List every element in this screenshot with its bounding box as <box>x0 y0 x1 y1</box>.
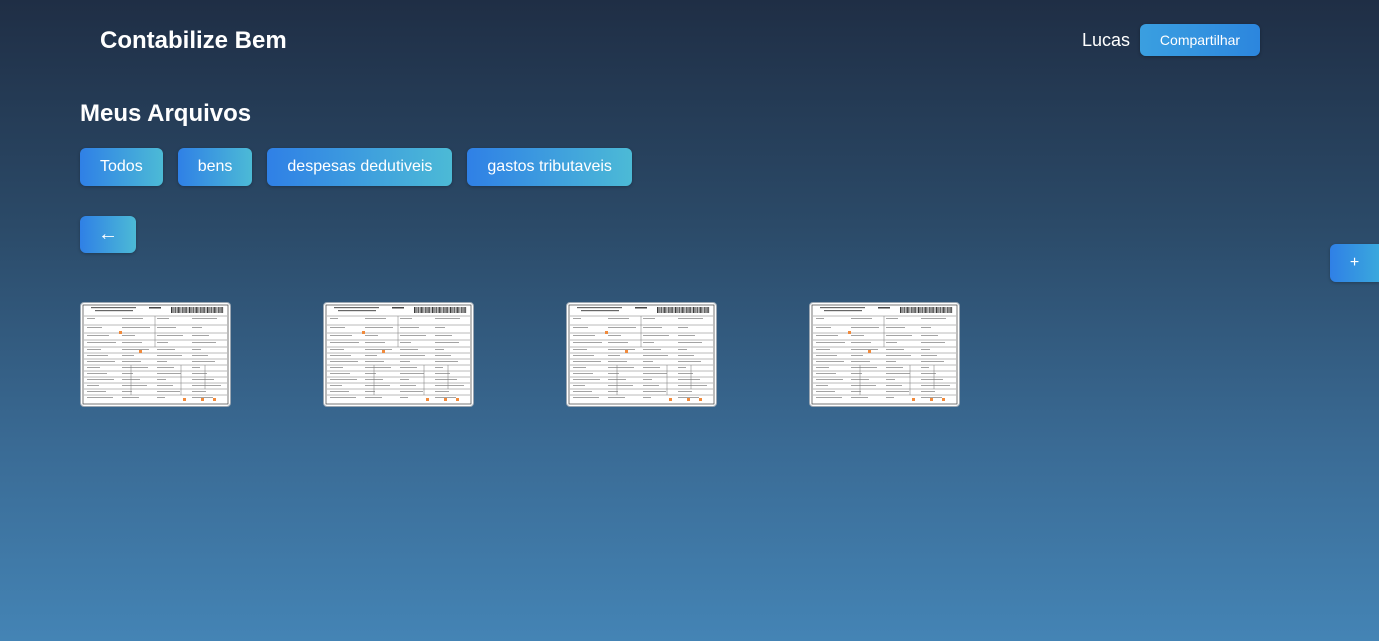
filter-bens-button[interactable]: bens <box>177 148 253 186</box>
filter-bar: Todos bens despesas dedutiveis gastos tr… <box>80 148 632 186</box>
share-button[interactable]: Compartilhar <box>1140 24 1260 56</box>
user-name: Lucas <box>1082 30 1131 50</box>
file-grid <box>80 302 960 407</box>
add-file-button[interactable]: + <box>1330 244 1379 282</box>
file-thumbnail-3[interactable] <box>566 302 717 407</box>
filter-todos-button[interactable]: Todos <box>80 148 163 186</box>
document-thumbnail-icon <box>325 304 472 405</box>
document-thumbnail-icon <box>82 304 229 405</box>
back-button[interactable]: ← <box>80 216 136 253</box>
filter-despesas-button[interactable]: despesas dedutiveis <box>267 148 453 186</box>
file-thumbnail-4[interactable] <box>809 302 960 407</box>
page-title: Meus Arquivos <box>80 100 252 127</box>
filter-gastos-button[interactable]: gastos tributaveis <box>467 148 632 186</box>
document-thumbnail-icon <box>811 304 958 405</box>
document-thumbnail-icon <box>568 304 715 405</box>
file-thumbnail-1[interactable] <box>80 302 231 407</box>
file-thumbnail-2[interactable] <box>323 302 474 407</box>
app-brand: Contabilize Bem <box>100 27 287 54</box>
